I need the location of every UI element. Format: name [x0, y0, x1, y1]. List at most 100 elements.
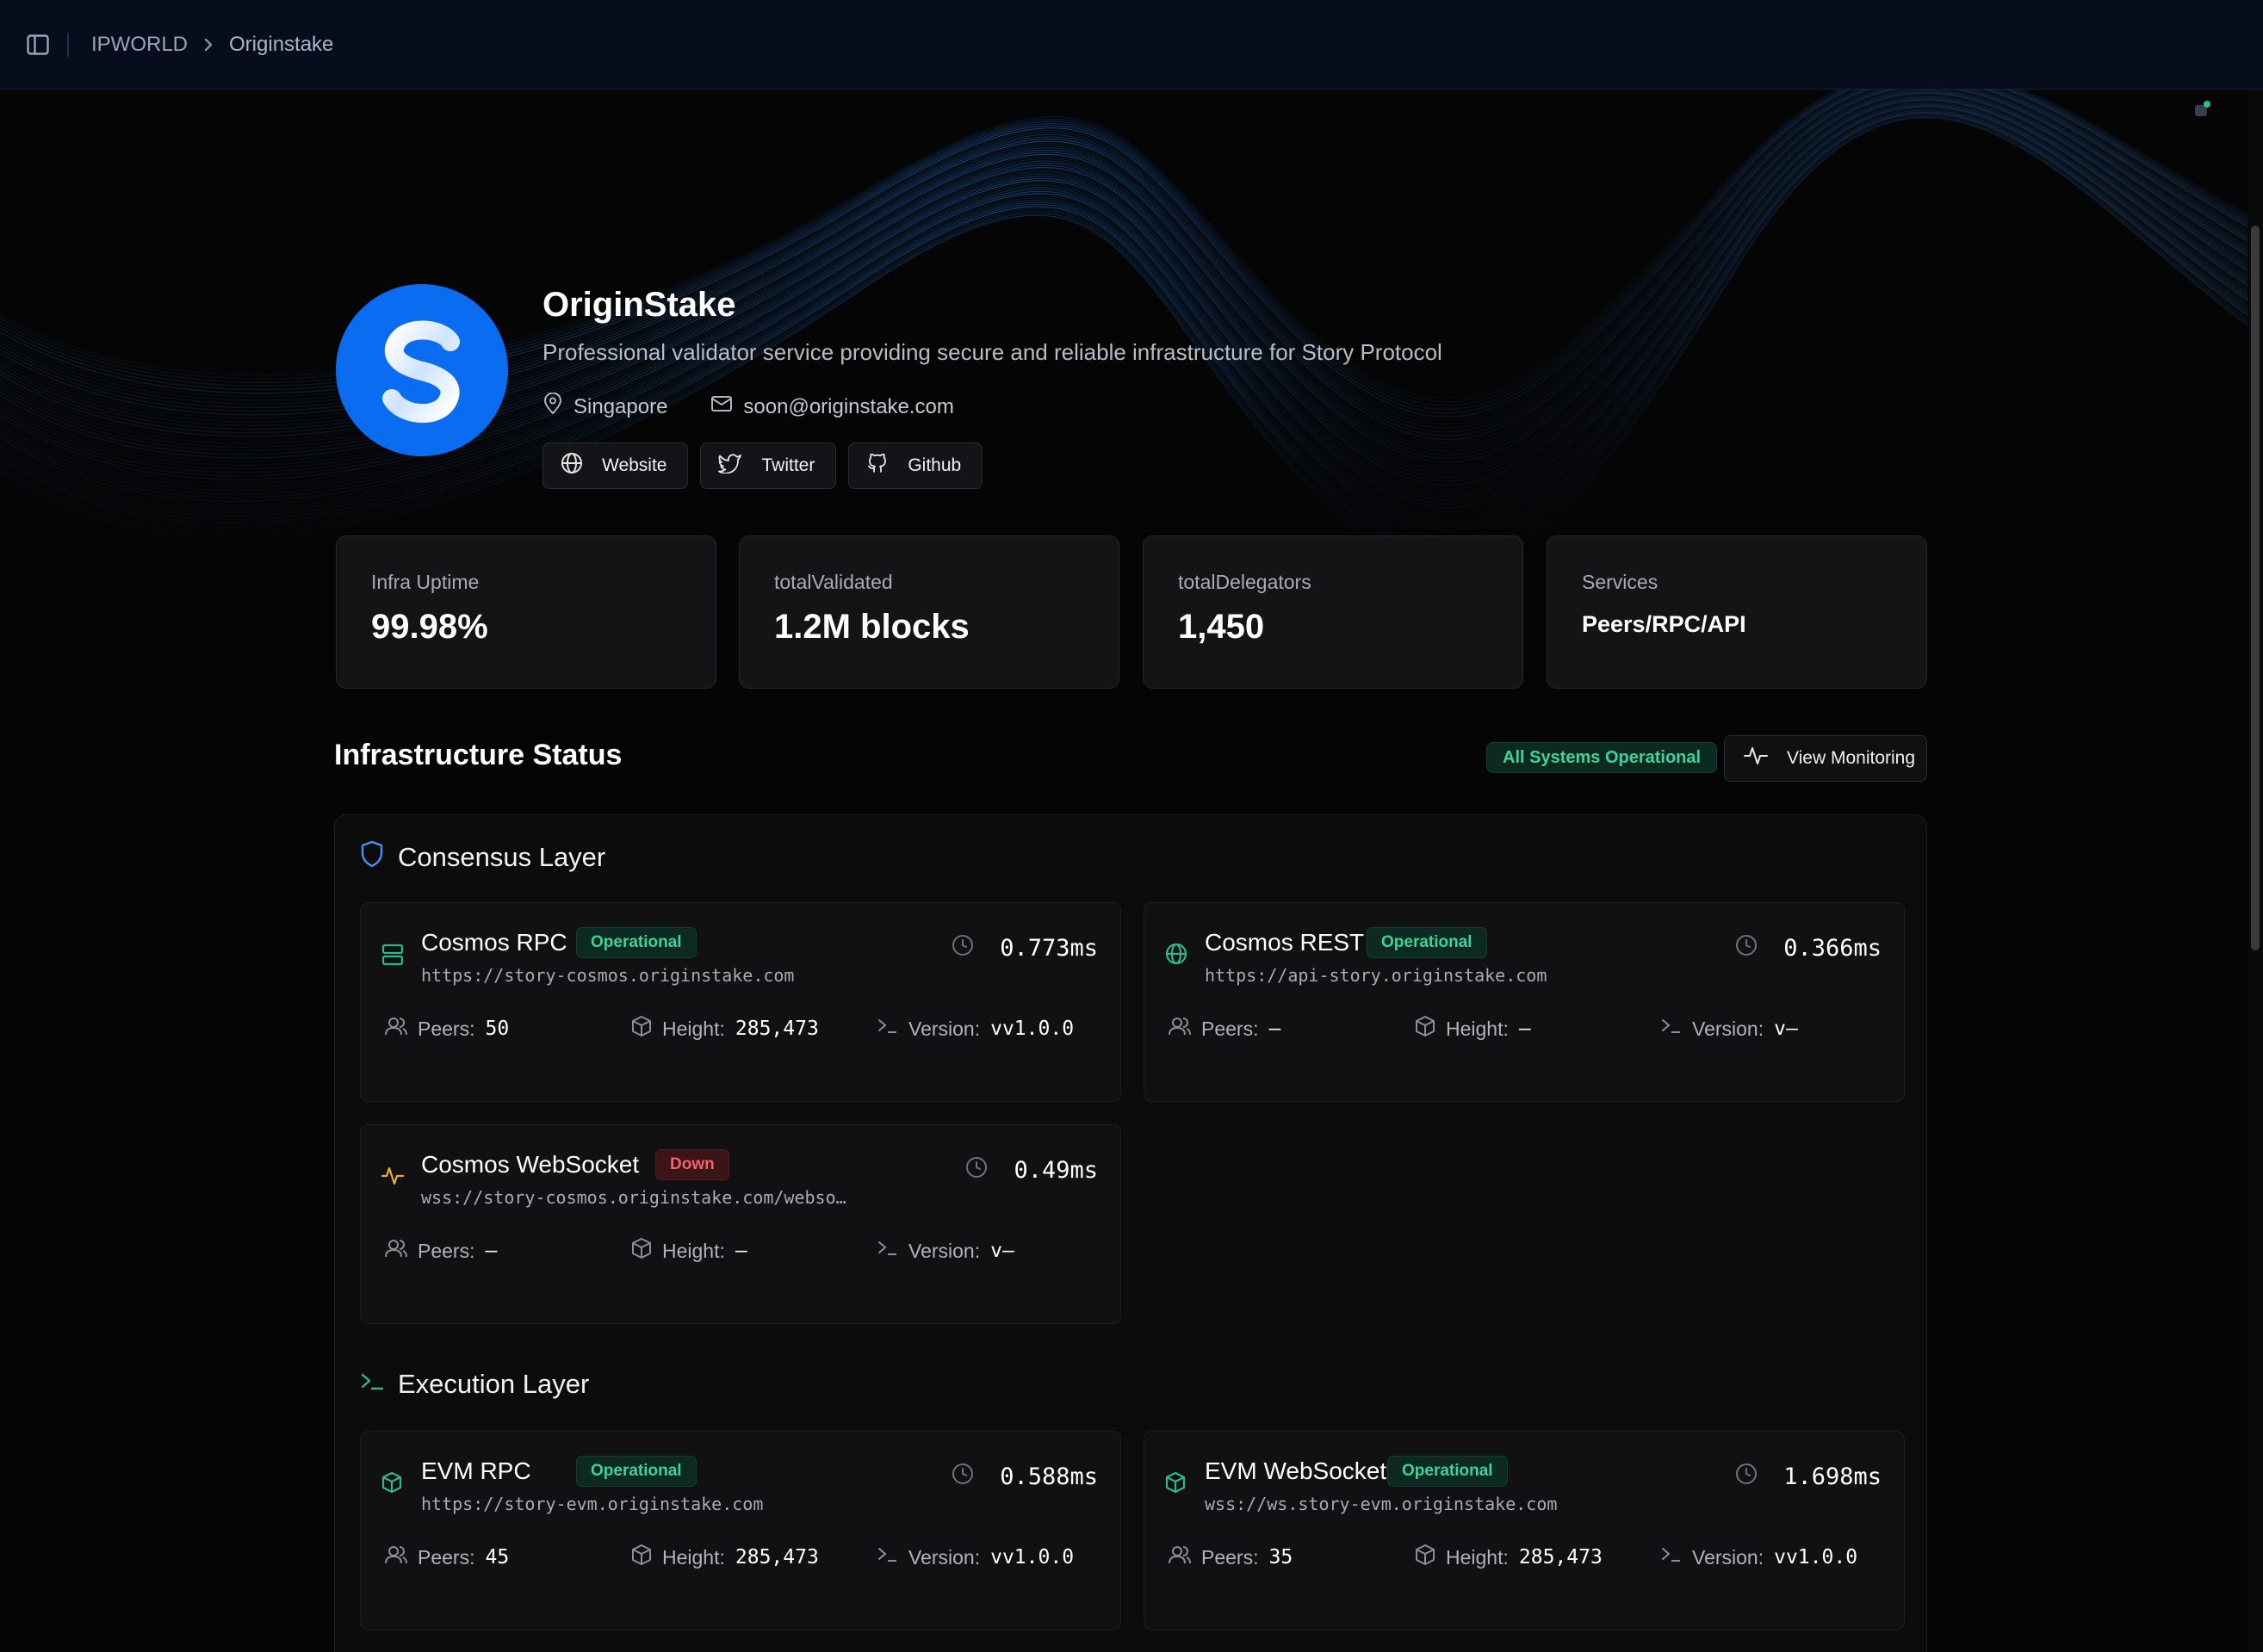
- website-label: Website: [602, 455, 667, 475]
- cube-icon: [631, 1237, 652, 1265]
- users-icon: [385, 1544, 407, 1570]
- users-icon: [1169, 1016, 1191, 1042]
- twitter-icon: [718, 453, 742, 479]
- service-metrics: Peers: 35 Height: 285,473 Version: vv1.0.0: [1169, 1544, 1857, 1571]
- metric-label: Peers:: [418, 1545, 475, 1568]
- latency-value: 0.588ms: [1000, 1463, 1098, 1490]
- service-card-evm-websocket[interactable]: EVM WebSocket Operational wss://ws.story…: [1144, 1431, 1905, 1630]
- metric-label: Height:: [662, 1545, 725, 1568]
- status-badge: Operational: [1367, 927, 1487, 958]
- service-url[interactable]: https://story-evm.originstake.com: [421, 1494, 763, 1514]
- terminal-icon: [877, 1017, 898, 1041]
- cube-icon: [381, 1471, 402, 1498]
- status-badge: Operational: [1387, 1456, 1508, 1487]
- latency: 1.698ms: [1735, 1463, 1882, 1491]
- service-url[interactable]: wss://ws.story-evm.originstake.com: [1205, 1494, 1557, 1514]
- profile-email[interactable]: soon@originstake.com: [743, 395, 953, 419]
- stat-card-total-validated: totalValidated 1.2M blocks: [739, 535, 1119, 689]
- metric-height: Height: 285,473: [631, 1544, 877, 1571]
- stat-value: 1.2M blocks: [774, 608, 970, 646]
- website-button[interactable]: Website: [542, 442, 689, 489]
- breadcrumb-ipworld[interactable]: IPWORLD: [91, 33, 188, 57]
- metric-label: Peers:: [418, 1017, 475, 1040]
- stat-label: Services: [1582, 571, 1658, 593]
- users-icon: [385, 1238, 407, 1264]
- metric-value: vv1.0.0: [990, 1546, 1075, 1568]
- breadcrumb-originstake: Originstake: [229, 32, 334, 56]
- activity-icon: [1744, 746, 1768, 771]
- profile-meta: Singapore soon@originstake.com: [542, 392, 954, 421]
- service-url[interactable]: https://story-cosmos.originstake.com: [421, 965, 794, 986]
- cube-icon: [1415, 1544, 1435, 1571]
- stat-card-total-delegators: totalDelegators 1,450: [1143, 535, 1523, 689]
- service-card-evm-rpc[interactable]: EVM RPC Operational https://story-evm.or…: [360, 1431, 1121, 1630]
- stat-label: Infra Uptime: [371, 571, 480, 593]
- globe-icon: [1165, 943, 1187, 969]
- clock-icon: [1735, 934, 1758, 962]
- metric-value: vv1.0.0: [990, 1018, 1075, 1040]
- github-button[interactable]: Github: [848, 442, 983, 489]
- stat-value: Peers/RPC/API: [1582, 611, 1746, 637]
- service-url[interactable]: wss://story-cosmos.originstake.com/webso…: [421, 1187, 846, 1208]
- service-name: EVM WebSocket: [1205, 1457, 1387, 1484]
- metric-value: 45: [485, 1546, 510, 1568]
- layer-title-label: Consensus Layer: [398, 842, 606, 872]
- metric-version: Version: v–: [877, 1237, 1014, 1265]
- metric-label: Peers:: [1201, 1017, 1259, 1040]
- latency: 0.49ms: [965, 1156, 1098, 1185]
- service-url[interactable]: https://api-story.originstake.com: [1205, 965, 1547, 986]
- metric-peers: Peers: –: [385, 1237, 631, 1265]
- latency: 0.773ms: [952, 934, 1098, 962]
- metric-value: –: [1268, 1018, 1281, 1040]
- metric-label: Peers:: [418, 1239, 475, 1262]
- service-card-cosmos-rpc[interactable]: Cosmos RPC Operational https://story-cos…: [360, 902, 1121, 1102]
- clock-icon: [952, 1463, 974, 1491]
- service-card-cosmos-websocket[interactable]: Cosmos WebSocket Down wss://story-cosmos…: [360, 1124, 1121, 1324]
- profile-name: OriginStake: [542, 286, 736, 324]
- service-metrics: Peers: 50 Height: 285,473 Version: vv1.0.0: [385, 1015, 1074, 1043]
- metric-label: Height:: [662, 1239, 725, 1262]
- metric-value: –: [1518, 1018, 1531, 1040]
- terminal-icon: [1661, 1017, 1682, 1041]
- metric-label: Version:: [1692, 1545, 1764, 1568]
- metric-label: Version:: [1692, 1017, 1764, 1040]
- stat-value: 99.98%: [371, 608, 488, 646]
- scrollbar[interactable]: [2248, 90, 2263, 1652]
- terminal-icon: [360, 1369, 384, 1400]
- scrollbar-thumb[interactable]: [2251, 226, 2260, 950]
- stat-card-uptime: Infra Uptime 99.98%: [336, 535, 716, 689]
- overall-status-badge: All Systems Operational: [1486, 742, 1718, 773]
- server-icon: [381, 943, 404, 971]
- terminal-icon: [1661, 1545, 1682, 1569]
- metric-peers: Peers: 35: [1169, 1544, 1415, 1571]
- metric-height: Height: 285,473: [1415, 1544, 1661, 1571]
- chevron-right-icon: [203, 37, 214, 53]
- latency-value: 0.773ms: [1000, 935, 1098, 962]
- metric-label: Peers:: [1201, 1545, 1259, 1568]
- metric-version: Version: vv1.0.0: [877, 1544, 1074, 1571]
- metric-version: Version: vv1.0.0: [1661, 1544, 1857, 1571]
- github-icon: [866, 452, 889, 480]
- clock-icon: [952, 934, 974, 962]
- profile-links: Website Twitter Github: [542, 442, 983, 489]
- view-monitoring-button[interactable]: View Monitoring: [1724, 735, 1927, 782]
- top-bar: IPWORLD Originstake: [0, 0, 2263, 90]
- metric-height: Height: –: [631, 1237, 877, 1265]
- cube-icon: [631, 1544, 652, 1571]
- latency: 0.588ms: [952, 1463, 1098, 1491]
- profile-location: Singapore: [574, 394, 668, 418]
- stat-label: totalValidated: [774, 571, 893, 593]
- metric-label: Height:: [1446, 1017, 1509, 1040]
- shield-icon: [360, 840, 384, 875]
- status-indicator-icon: [2192, 100, 2211, 119]
- sidebar-toggle-icon[interactable]: [26, 33, 50, 57]
- cube-icon: [631, 1015, 652, 1043]
- service-card-cosmos-rest[interactable]: Cosmos REST Operational https://api-stor…: [1144, 902, 1905, 1102]
- clock-icon: [965, 1156, 988, 1185]
- metric-value: v–: [1774, 1018, 1798, 1040]
- github-label: Github: [908, 455, 962, 475]
- users-icon: [385, 1016, 407, 1042]
- metric-height: Height: 285,473: [631, 1015, 877, 1043]
- service-metrics: Peers: 45 Height: 285,473 Version: vv1.0.0: [385, 1544, 1074, 1571]
- twitter-button[interactable]: Twitter: [700, 442, 837, 489]
